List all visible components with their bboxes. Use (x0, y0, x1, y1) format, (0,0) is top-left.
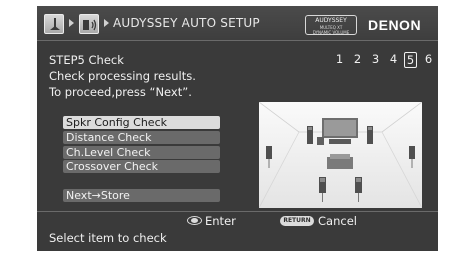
instruction-text: Check processing results. (49, 69, 196, 83)
step-number-current: 5 (404, 52, 417, 68)
step-number: 2 (353, 52, 362, 66)
breadcrumb-arrow-icon (104, 19, 109, 27)
enter-hint: Enter (205, 214, 236, 228)
status-message: Select item to check (49, 231, 167, 245)
menu-item-spkr-config-check[interactable]: Spkr Config Check (63, 116, 220, 129)
screen: AUDYSSEY AUTO SETUP AUDYSSEY MULTEQ XT D… (0, 0, 452, 253)
osd-frame: AUDYSSEY AUTO SETUP AUDYSSEY MULTEQ XT D… (37, 6, 438, 251)
step-title: STEP5 Check (49, 53, 124, 67)
enter-button-icon (187, 216, 202, 225)
step-number: 3 (371, 52, 380, 66)
instruction-text: To proceed,press “Next”. (49, 85, 192, 99)
speaker-layout-illustration (259, 102, 422, 208)
audyssey-logo: AUDYSSEY MULTEQ XT DYNAMIC VOLUME (305, 15, 357, 35)
brand-logo: DENON (368, 17, 422, 33)
step-number: 6 (424, 52, 433, 66)
speaker-icon (79, 14, 99, 34)
footer-divider (37, 211, 438, 212)
header-bar: AUDYSSEY AUTO SETUP AUDYSSEY MULTEQ XT D… (37, 6, 438, 41)
menu-item-distance-check[interactable]: Distance Check (63, 131, 220, 144)
next-store-button[interactable]: Next→Store (63, 189, 220, 202)
return-button-icon: RETURN (280, 216, 314, 226)
breadcrumb-arrow-icon (69, 19, 74, 27)
cancel-hint: Cancel (318, 214, 357, 228)
page-title: AUDYSSEY AUTO SETUP (113, 16, 260, 30)
step-number: 1 (335, 52, 344, 66)
menu-item-ch-level-check[interactable]: Ch.Level Check (63, 146, 220, 159)
setup-icon (44, 14, 64, 34)
step-number: 4 (389, 52, 398, 66)
menu-item-crossover-check[interactable]: Crossover Check (63, 160, 220, 173)
